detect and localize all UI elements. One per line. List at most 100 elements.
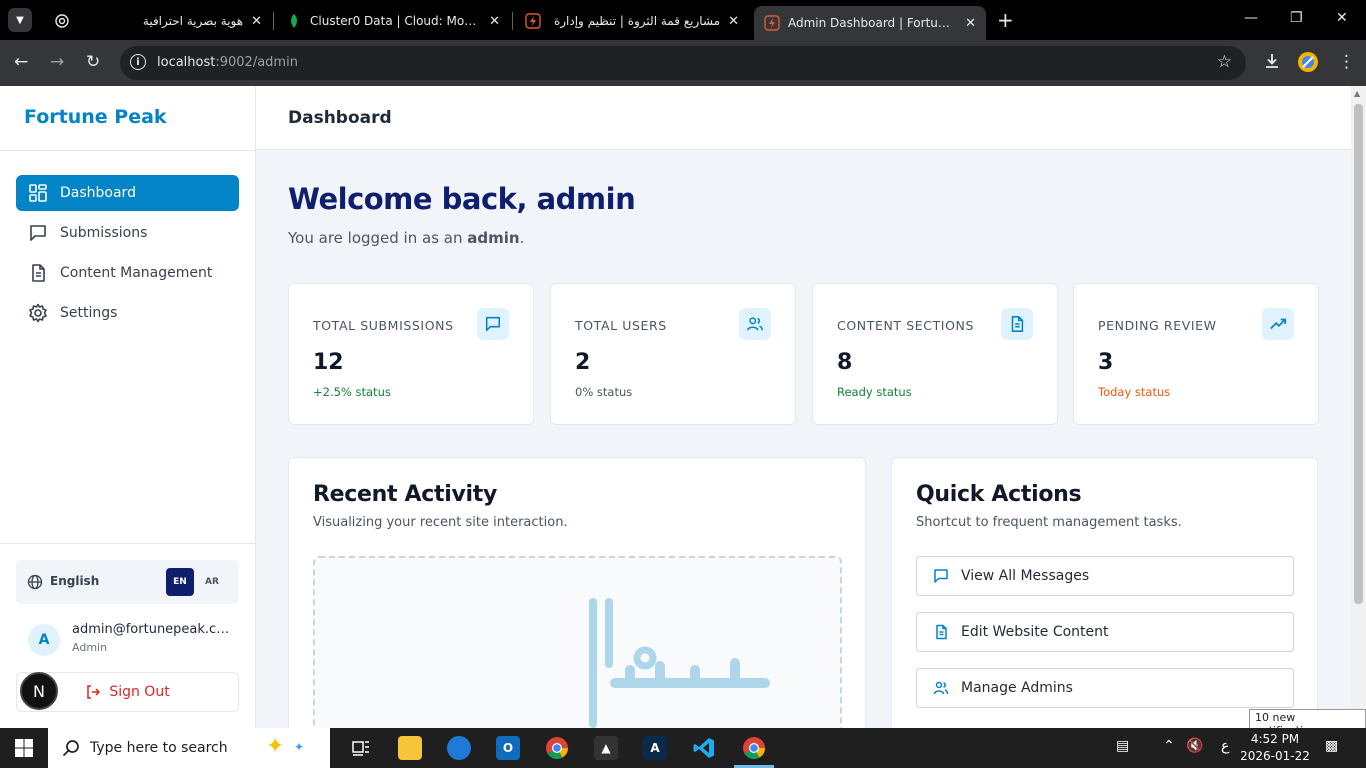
windows-start-icon[interactable] — [14, 738, 34, 758]
edit-website-content-button[interactable]: Edit Website Content — [916, 612, 1294, 652]
page-scrollbar[interactable]: ▲ ▼ — [1351, 86, 1366, 728]
globe-icon — [27, 574, 43, 590]
search-icon — [62, 740, 79, 757]
stat-status: 0% status — [575, 385, 633, 399]
close-icon[interactable]: ✕ — [728, 14, 739, 29]
sidebar-item-label: Dashboard — [60, 185, 136, 201]
stat-card-pending-review: PENDING REVIEW 3 Today status — [1073, 283, 1319, 425]
window-close-button[interactable]: ✕ — [1336, 10, 1348, 26]
back-button[interactable]: ← — [14, 52, 28, 72]
forward-button[interactable]: → — [50, 52, 64, 72]
reload-button[interactable]: ↻ — [86, 52, 100, 72]
stat-label: CONTENT SECTIONS — [837, 318, 975, 333]
sidebar-item-label: Content Management — [60, 265, 213, 281]
quick-actions-panel: Quick Actions Shortcut to frequent manag… — [891, 457, 1318, 728]
browser-tab-2[interactable]: Cluster0 Data | Cloud: MongoDB ✕ — [276, 6, 510, 36]
logged-in-text: You are logged in as an admin. — [288, 229, 524, 247]
task-view-icon[interactable] — [349, 736, 373, 760]
welcome-heading: Welcome back, admin — [288, 182, 636, 216]
stat-card-total-submissions: TOTAL SUBMISSIONS 12 +2.5% status — [288, 283, 534, 425]
recent-activity-description: Visualizing your recent site interaction… — [313, 515, 568, 530]
browser-tab-4-active[interactable]: Admin Dashboard | Fortune Peak ✕ — [754, 6, 986, 40]
users-icon — [933, 681, 949, 695]
tab-separator — [512, 12, 513, 30]
manage-admins-button[interactable]: Manage Admins — [916, 668, 1294, 708]
message-icon — [30, 225, 46, 241]
close-icon[interactable]: ✕ — [965, 16, 976, 31]
stat-status: Ready status — [837, 385, 912, 399]
close-icon[interactable]: ✕ — [251, 14, 262, 29]
tab-title: Admin Dashboard | Fortune Peak — [788, 16, 957, 30]
volume-muted-icon[interactable]: 🔇 — [1186, 738, 1203, 754]
chevron-up-icon[interactable]: ⌃ — [1163, 738, 1175, 754]
user-profile: A admin@fortunepeak.com Admin — [28, 622, 239, 658]
browser-menu-icon[interactable]: ⋮ — [1338, 52, 1355, 72]
quick-actions-title: Quick Actions — [916, 482, 1082, 507]
dashboard-icon — [29, 184, 47, 202]
scrollbar-thumb[interactable] — [1354, 104, 1363, 604]
taskbar-search[interactable]: Type here to search ✦ ✦ — [48, 728, 330, 768]
language-ar-button[interactable]: AR — [198, 568, 226, 596]
download-icon[interactable] — [1263, 52, 1281, 75]
profile-avatar-icon[interactable] — [1297, 51, 1319, 78]
info-icon[interactable]: i — [130, 54, 146, 70]
notification-center-icon[interactable]: ▩ — [1325, 738, 1338, 754]
brand-logo[interactable]: Fortune Peak — [24, 106, 167, 128]
input-language[interactable]: ع — [1221, 738, 1229, 754]
chrome-icon[interactable] — [545, 736, 569, 760]
sidebar-item-dashboard[interactable]: Dashboard — [16, 175, 239, 211]
tab-title: مشاريع قمة الثروة | تنظيم وإدارة — [553, 14, 721, 28]
browser-tab-1[interactable]: هوية بصرية احترافية ✕ — [44, 6, 272, 36]
outlook-icon[interactable]: O — [496, 736, 520, 760]
system-clock[interactable]: 4:52 PM 2026-01-22 — [1240, 731, 1310, 765]
chrome-active-icon[interactable] — [742, 736, 766, 760]
language-en-button[interactable]: EN — [166, 568, 194, 596]
browser-tab-strip: ▼ هوية بصرية احترافية ✕ Cluster0 Data | … — [0, 0, 1366, 40]
network-icon[interactable]: ▤ — [1116, 738, 1129, 754]
watermark-logo — [589, 598, 770, 728]
avatar: A — [28, 624, 60, 656]
sidebar-item-content-management[interactable]: Content Management — [16, 255, 239, 291]
sidebar-divider — [0, 543, 255, 544]
edge-icon[interactable] — [447, 736, 471, 760]
chatgpt-icon — [54, 13, 70, 29]
main-header: Dashboard — [256, 86, 1351, 150]
vscode-icon[interactable] — [692, 736, 716, 760]
quick-actions-description: Shortcut to frequent management tasks. — [916, 515, 1182, 530]
sidebar: Fortune Peak Dashboard Submissions Conte… — [0, 86, 256, 728]
button-label: Manage Admins — [961, 680, 1073, 696]
tab-search-button[interactable]: ▼ — [8, 8, 32, 32]
site-logo-icon — [525, 13, 541, 29]
sidebar-item-settings[interactable]: Settings — [16, 295, 239, 331]
tab-title: Cluster0 Data | Cloud: MongoDB — [310, 14, 481, 28]
bookmark-star-icon[interactable]: ☆ — [1217, 52, 1232, 72]
dev-app-icon[interactable]: A — [643, 736, 667, 760]
new-tab-button[interactable]: + — [997, 10, 1014, 30]
url-text[interactable]: localhost:9002/admin — [157, 55, 298, 70]
button-label: View All Messages — [961, 568, 1090, 584]
sidebar-item-label: Settings — [60, 305, 118, 321]
users-icon — [739, 308, 771, 340]
document-icon — [936, 624, 947, 640]
unity-icon[interactable]: ▲ — [594, 736, 618, 760]
stat-status: +2.5% status — [313, 385, 391, 399]
browser-toolbar: ← → ↻ i localhost:9002/admin ☆ ⋮ — [0, 40, 1366, 86]
restore-button[interactable]: ❐ — [1290, 10, 1303, 26]
browser-tab-3[interactable]: مشاريع قمة الثروة | تنظيم وإدارة ✕ — [515, 6, 749, 36]
stat-status: Today status — [1098, 385, 1171, 399]
scroll-up-icon[interactable]: ▲ — [1354, 89, 1360, 98]
address-bar[interactable]: i localhost:9002/admin ☆ — [120, 46, 1246, 80]
view-all-messages-button[interactable]: View All Messages — [916, 556, 1294, 596]
recent-activity-title: Recent Activity — [313, 482, 498, 507]
sparkle-icon: ✦ — [266, 734, 285, 759]
nextjs-dev-badge[interactable]: N — [20, 672, 58, 710]
site-logo-icon — [764, 15, 780, 31]
logged-in-suffix: . — [519, 229, 525, 247]
url-host: localhost — [157, 55, 216, 70]
close-icon[interactable]: ✕ — [489, 14, 500, 29]
sidebar-item-submissions[interactable]: Submissions — [16, 215, 239, 251]
minimize-button[interactable]: — — [1244, 10, 1258, 26]
file-explorer-icon[interactable] — [398, 736, 422, 760]
button-label: Edit Website Content — [961, 624, 1109, 640]
stat-label: TOTAL SUBMISSIONS — [313, 318, 454, 333]
